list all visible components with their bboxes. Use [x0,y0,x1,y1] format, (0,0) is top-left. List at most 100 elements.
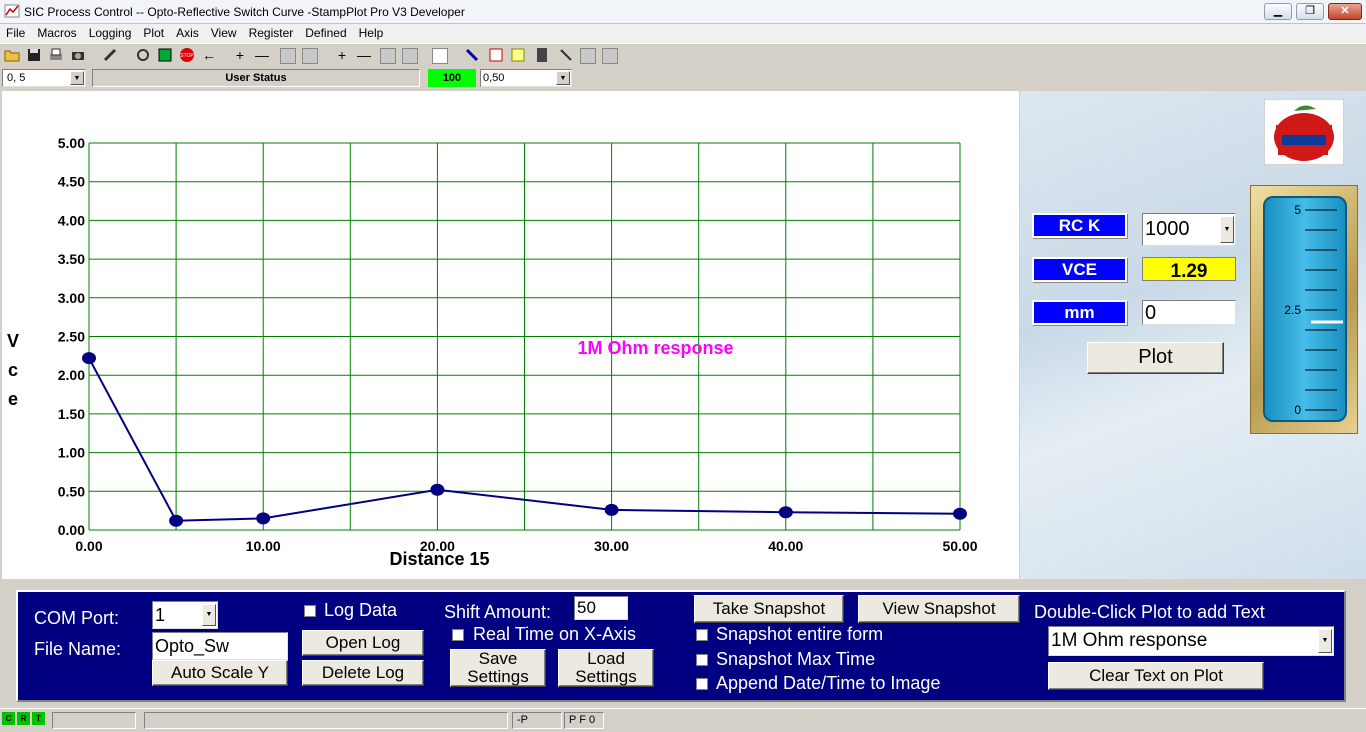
probe-icon[interactable] [556,46,576,66]
counter-badge: 100 [428,69,476,87]
menu-logging[interactable]: Logging [83,24,138,42]
file-name-field[interactable]: Opto_Sw [152,632,288,660]
data-point [82,352,96,365]
arrow-left-icon[interactable]: ← [199,46,219,66]
chevron-down-icon[interactable]: ▼ [1220,216,1234,243]
y-tick-label: 0.00 [58,522,85,538]
delete-log-button[interactable]: Delete Log [302,660,424,686]
snapshot-max-time-label: Snapshot Max Time [716,649,876,669]
chevron-down-icon[interactable]: ▼ [1318,629,1332,653]
zoom-out-minus-icon[interactable]: — [252,46,272,66]
data-point [778,506,793,519]
menu-register[interactable]: Register [243,24,300,42]
plot-button[interactable]: Plot [1087,342,1224,374]
page-left-icon[interactable] [380,48,396,64]
x-tick-label: 30.00 [594,538,629,554]
scroll-right-icon[interactable] [302,48,318,64]
snapshot-max-time-checkbox[interactable] [696,654,708,666]
menu-bar: File Macros Logging Plot Axis View Register Def… [0,24,1366,43]
mm-field[interactable]: 0 [1142,300,1236,325]
close-button[interactable]: ✕ [1328,3,1362,20]
menu-view[interactable]: View [205,24,243,42]
data-point [256,512,271,525]
y-tick-label: 4.00 [58,212,85,228]
camera-icon[interactable] [68,46,88,66]
pen-icon[interactable] [462,46,482,66]
real-time-checkbox[interactable] [452,629,464,641]
menu-plot[interactable]: Plot [137,24,170,42]
led-c: C [2,712,15,725]
connect-icon[interactable] [133,46,153,66]
y-tick-label: 2.00 [58,367,85,383]
y-tick-label: 1.00 [58,445,85,461]
save-settings-line2: Settings [467,667,529,686]
text-box-icon[interactable] [432,48,448,64]
load-settings-line1: Load [587,649,625,668]
menu-macros[interactable]: Macros [31,24,82,42]
right-combo[interactable]: 0,50 ▼ [480,69,572,87]
chevron-down-icon[interactable]: ▼ [556,71,570,85]
snapshot-entire-form-checkbox[interactable] [696,629,708,641]
control-panel: COM Port: 1 ▼ File Name: Opto_Sw Auto Sc… [16,590,1346,702]
auto-scale-y-button[interactable]: Auto Scale Y [152,660,288,686]
chevron-down-icon[interactable]: ▼ [70,71,84,85]
load-settings-line2: Settings [575,667,637,686]
chevron-down-icon[interactable]: ▼ [202,604,216,626]
zoom-out-minus-icon[interactable]: — [354,46,374,66]
pf-field: P F 0 [564,712,604,729]
zoom-in-plus-icon[interactable]: + [230,46,250,66]
com-port-select[interactable]: 1 ▼ [152,601,218,629]
plot-area[interactable]: 0.00 0.50 1.00 1.50 2.00 2.50 3.00 3.50 4.00 4.50… [2,91,1019,579]
minimize-button[interactable]: ▁ [1264,3,1292,20]
gauge-tick-label: 2.5 [1284,303,1301,317]
data-point [169,514,184,527]
data-point [953,507,967,520]
snapshot-entire-form-label: Snapshot entire form [716,624,884,644]
stop-icon[interactable]: STOP [177,46,197,66]
append-date-checkbox[interactable] [696,678,708,690]
log-data-checkbox[interactable] [304,605,316,617]
page-right-icon[interactable] [402,48,418,64]
shift-amount-field[interactable]: 50 [574,596,628,620]
append-date-label: Append Date/Time to Image [716,673,941,693]
load-settings-button[interactable]: Load Settings [558,649,654,687]
wrench-icon[interactable] [602,48,618,64]
monitor-icon[interactable] [155,46,175,66]
x-axis-label: Distance 15 [389,549,489,569]
save-disk-icon[interactable] [24,46,44,66]
menu-help[interactable]: Help [353,24,390,42]
chart[interactable]: 0.00 0.50 1.00 1.50 2.00 2.50 3.00 3.50 4.00 4.50… [2,91,1019,579]
view-snapshot-button[interactable]: View Snapshot [858,595,1020,623]
log-data-label: Log Data [324,600,398,620]
open-folder-icon[interactable] [2,46,22,66]
print-icon[interactable] [46,46,66,66]
y-tick-label: 5.00 [58,135,85,151]
restore-button[interactable]: ❐ [1296,3,1324,20]
window-title: SIC Process Control -- Opto-Reflective S… [24,5,465,19]
open-log-button[interactable]: Open Log [302,630,424,656]
menu-axis[interactable]: Axis [170,24,205,42]
save-settings-button[interactable]: Save Settings [450,649,546,687]
note-icon[interactable] [508,46,528,66]
scroll-left-icon[interactable] [280,48,296,64]
pencil-tool-icon[interactable] [100,46,120,66]
y-axis-label: c [8,360,18,380]
rc-select[interactable]: 1000 ▼ [1142,213,1236,246]
menu-file[interactable]: File [0,24,31,42]
svg-text:STOP: STOP [180,53,194,59]
plot-annotation: 1M Ohm response [577,338,733,358]
x-tick-label: 10.00 [246,538,281,554]
y-tick-label: 2.50 [58,329,85,345]
status-row: 0, 5 ▼ User Status 100 0,50 ▼ [0,67,1366,89]
grid-icon[interactable] [486,46,506,66]
clear-text-button[interactable]: Clear Text on Plot [1048,662,1264,690]
shift-amount-label: Shift Amount: [444,602,552,622]
resize-icon[interactable] [580,48,596,64]
calculator-icon[interactable] [532,46,552,66]
left-combo[interactable]: 0, 5 ▼ [2,69,86,87]
plot-text-select[interactable]: 1M Ohm response ▼ [1048,626,1334,656]
zoom-in-plus-icon[interactable]: + [332,46,352,66]
menu-defined[interactable]: Defined [299,24,352,42]
take-snapshot-button[interactable]: Take Snapshot [694,595,844,623]
mm-label: mm [1032,300,1127,325]
